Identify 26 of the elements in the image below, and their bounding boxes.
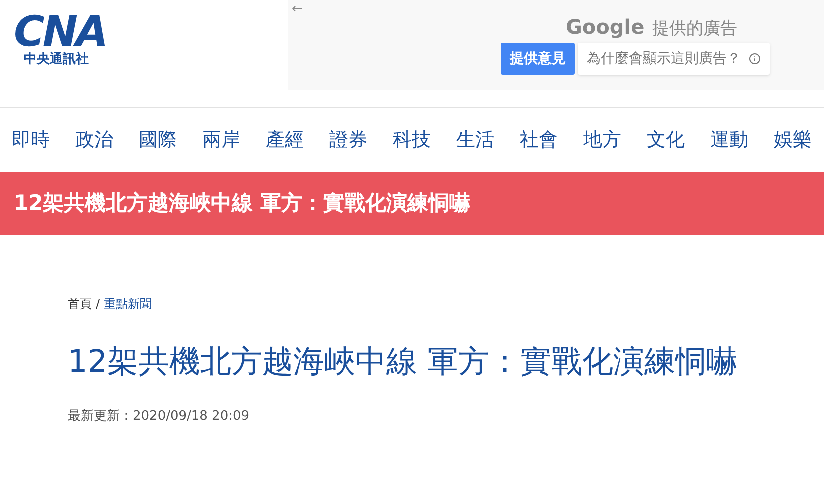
feedback-button[interactable]: 提供意見 <box>501 43 575 75</box>
nav-link[interactable]: 社會 <box>520 126 558 154</box>
breadcrumb-link[interactable]: 首頁 <box>68 295 92 313</box>
nav-link[interactable]: 文化 <box>647 126 685 154</box>
logo[interactable]: CNA <box>14 12 106 52</box>
ad-label: 提供的廣告 <box>652 18 738 41</box>
nav-link[interactable]: 政治 <box>76 126 114 154</box>
breadcrumb-link[interactable]: 重點新聞 <box>104 295 152 313</box>
nav-link[interactable]: 產經 <box>266 126 304 154</box>
nav-link[interactable]: 生活 <box>456 126 494 154</box>
logo-caption: 中央通訊社 <box>24 52 89 68</box>
breadcrumb-separator: / <box>96 296 100 313</box>
nav-link[interactable]: 運動 <box>710 126 748 154</box>
nav-link[interactable]: 國際 <box>139 126 177 154</box>
google-label: Google <box>566 14 645 41</box>
nav-link[interactable]: 即時 <box>12 126 50 154</box>
nav-link[interactable]: 證券 <box>330 126 368 154</box>
nav-link[interactable]: 娛樂 <box>774 126 812 154</box>
headline-banner[interactable]: 12架共機北方越海峽中線 軍方：實戰化演練恫嚇 <box>0 172 824 235</box>
nav-link[interactable]: 地方 <box>584 126 622 154</box>
nav-link[interactable]: 科技 <box>393 126 431 154</box>
updated-time: 最新更新：2020/09/18 20:09 <box>68 408 251 426</box>
nav-link[interactable]: 兩岸 <box>202 126 240 154</box>
article-title: 12架共機北方越海峽中線 軍方：實戰化演練恫嚇 <box>68 343 738 382</box>
why-ad-button[interactable]: 為什麼會顯示這則廣告？ <box>578 43 770 75</box>
info-icon <box>749 53 761 65</box>
